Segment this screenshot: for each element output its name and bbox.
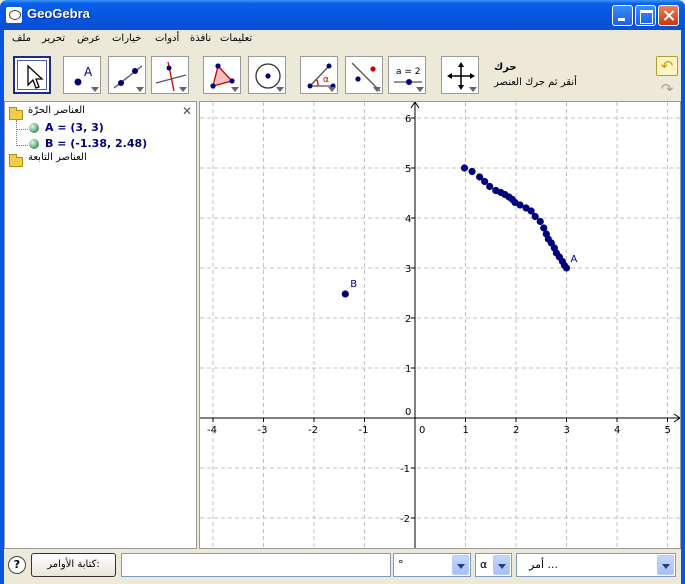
dependent-objects-header[interactable]: العناصر التابعة <box>28 152 87 163</box>
menu-edit[interactable]: تحرير <box>42 33 65 44</box>
point-A <box>562 264 571 272</box>
undo-icon: ↶ <box>660 57 674 75</box>
chevron-down-icon[interactable] <box>493 555 510 575</box>
object-A[interactable]: A = (3, 3) <box>45 121 104 134</box>
geogebra-app-icon <box>6 7 22 23</box>
toolbar: A α a = 2 حرك أنقر ثم حرك العنصر ↶ ↷ <box>4 50 681 100</box>
x-tick-label: -1 <box>359 425 369 436</box>
point-tool-button[interactable]: A <box>63 56 101 94</box>
undo-button[interactable]: ↶ <box>656 56 678 76</box>
chevron-down-icon[interactable] <box>657 555 674 575</box>
maximize-button[interactable] <box>635 5 656 26</box>
angle-tool-button[interactable]: α <box>300 56 338 94</box>
x-tick-label: 4 <box>614 425 620 436</box>
close-algebra-view-icon[interactable]: ✕ <box>182 104 192 118</box>
chevron-down-icon[interactable] <box>452 555 469 575</box>
redo-button[interactable]: ↷ <box>656 80 678 100</box>
greek-select-value: α <box>480 558 488 571</box>
menu-file[interactable]: ملف <box>12 33 31 44</box>
x-tick-label: -2 <box>308 425 318 436</box>
move-tool-button[interactable] <box>13 56 51 94</box>
polygon-tool-button[interactable] <box>203 56 241 94</box>
commands-select[interactable]: أمر ... <box>516 553 676 577</box>
symbol-select-value: ° <box>398 558 404 571</box>
move-view-tool-button[interactable] <box>441 56 479 94</box>
graphics-view[interactable]: -4 -3 -2 -1 0 1 2 3 4 5 -2 -1 0 1 2 3 4 5 6 A B <box>199 101 681 549</box>
x-tick-label: 5 <box>665 425 671 436</box>
x-tick-label: -3 <box>258 425 268 436</box>
close-button[interactable] <box>658 5 679 26</box>
y-tick-label: 5 <box>405 164 411 175</box>
reflect-tool-button[interactable] <box>345 56 383 94</box>
menu-tools[interactable]: أدوات <box>155 33 179 44</box>
algebra-view: ✕ العناصر الحرّة A = (3, 3) B = (-1.38, … <box>4 101 197 549</box>
trace-point <box>536 217 544 226</box>
tool-help-description: أنقر ثم حرك العنصر <box>494 77 577 88</box>
perpendicular-tool-button[interactable] <box>151 56 189 94</box>
trace-point <box>460 164 469 172</box>
x-tick-label: 1 <box>463 425 469 436</box>
slider-tool-button[interactable]: a = 2 <box>388 56 426 94</box>
x-tick-label: -4 <box>207 425 217 436</box>
command-input-field[interactable] <box>121 553 391 577</box>
window-title: GeoGebra <box>27 6 90 21</box>
svg-text:a = 2: a = 2 <box>396 67 421 77</box>
svg-text:A: A <box>84 65 93 79</box>
y-tick-label: 0 <box>405 407 411 418</box>
title-bar: GeoGebra <box>0 0 685 30</box>
y-tick-label: 4 <box>405 214 411 225</box>
svg-text:α: α <box>323 75 329 85</box>
greek-select[interactable]: α <box>475 553 512 577</box>
menu-help[interactable]: تعليمات <box>220 33 252 44</box>
window-frame-right <box>681 30 685 584</box>
point-A-label: A <box>571 254 578 265</box>
object-visibility-toggle-icon[interactable] <box>29 123 39 133</box>
point-B-label: B <box>350 279 357 290</box>
menu-view[interactable]: عرض <box>77 33 101 44</box>
tree-connector <box>16 129 28 130</box>
object-B[interactable]: B = (-1.38, 2.48) <box>45 137 147 150</box>
x-tick-label: 3 <box>564 425 570 436</box>
y-tick-label: 2 <box>405 314 411 325</box>
trace-point <box>468 167 476 176</box>
tree-connector <box>16 120 17 146</box>
redo-icon: ↷ <box>660 80 674 98</box>
object-visibility-toggle-icon[interactable] <box>29 139 39 149</box>
symbol-select[interactable]: ° <box>393 553 471 577</box>
input-bar: ? كتابة الأوامر: ° α أمر ... <box>4 550 681 580</box>
folder-icon <box>9 154 23 167</box>
menu-options[interactable]: خيارات <box>112 33 141 44</box>
circle-tool-button[interactable] <box>248 56 286 94</box>
trace-point <box>486 182 494 191</box>
free-objects-header[interactable]: العناصر الحرّة <box>28 105 85 116</box>
tree-connector <box>16 145 28 146</box>
menu-window[interactable]: نافذة <box>190 33 211 44</box>
minimize-button[interactable] <box>612 5 633 26</box>
menu-bar: ملف تحرير عرض خيارات أدوات نافذة تعليمات <box>0 30 685 50</box>
x-tick-label: 0 <box>419 425 425 436</box>
y-tick-label: -1 <box>400 464 410 475</box>
tool-help-title: حرك <box>494 62 517 73</box>
graphics-canvas[interactable]: -4 -3 -2 -1 0 1 2 3 4 5 -2 -1 0 1 2 3 4 5 6 A B <box>200 102 680 548</box>
x-tick-label: 2 <box>513 425 519 436</box>
arrow-cursor-icon <box>27 64 44 89</box>
commands-select-value: أمر ... <box>529 558 559 571</box>
input-help-icon[interactable]: ? <box>8 556 26 574</box>
command-input-button[interactable]: كتابة الأوامر: <box>31 553 116 577</box>
y-tick-label: -2 <box>400 514 410 525</box>
point-B <box>341 290 349 298</box>
line-tool-button[interactable] <box>108 56 146 94</box>
y-tick-label: 6 <box>405 114 411 125</box>
y-tick-label: 3 <box>405 264 411 275</box>
folder-icon <box>9 107 23 120</box>
y-tick-label: 1 <box>405 364 411 375</box>
